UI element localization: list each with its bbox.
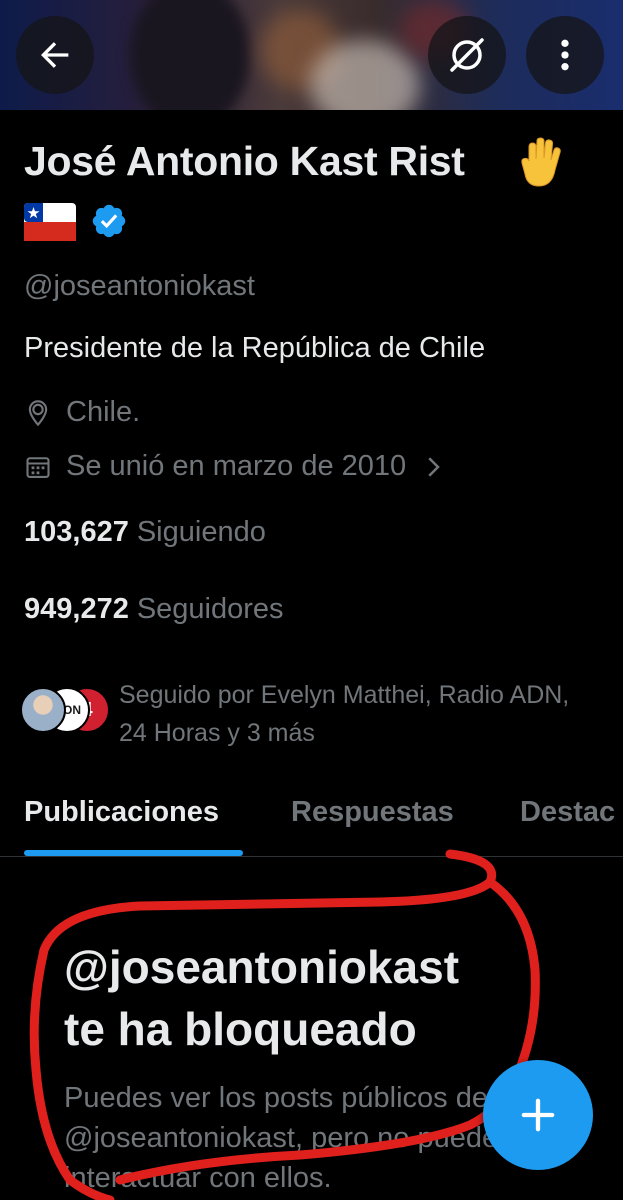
plus-icon xyxy=(521,1098,555,1132)
blocked-description: Puedes ver los posts públicos de @josean… xyxy=(64,1082,513,1194)
arrow-left-icon xyxy=(41,42,69,68)
back-button[interactable] xyxy=(16,16,94,94)
profile-handle: @joseantoniokast xyxy=(24,270,255,302)
following-count: 103,627 xyxy=(24,516,129,548)
blocked-title: @joseantoniokast te ha bloqueado xyxy=(64,936,459,1060)
location-row: Chile. xyxy=(24,396,140,429)
tab-destacados[interactable]: Destac xyxy=(520,796,615,829)
tab-respuestas[interactable]: Respuestas xyxy=(291,796,454,829)
joined-text: Se unió en marzo de 2010 xyxy=(66,450,407,482)
more-vertical-icon xyxy=(561,39,569,71)
calendar-icon xyxy=(26,456,50,478)
followed-by-avatars[interactable]: 4 ON xyxy=(20,687,110,733)
more-options-button[interactable] xyxy=(526,16,604,94)
followers-stat[interactable]: 949,272 Seguidores xyxy=(24,593,284,626)
tab-publicaciones[interactable]: Publicaciones xyxy=(24,796,219,829)
avatar xyxy=(20,687,66,733)
followers-count: 949,272 xyxy=(24,593,129,625)
following-label: Siguiendo xyxy=(136,516,266,548)
blocked-title-line1: @joseantoniokast xyxy=(64,941,460,993)
compose-post-button[interactable] xyxy=(483,1060,593,1170)
profile-bio: Presidente de la República de Chile xyxy=(24,332,486,364)
chevron-right-icon xyxy=(428,456,440,477)
following-stat[interactable]: 103,627 Siguiendo xyxy=(24,516,266,549)
profile-tabs: Publicaciones Respuestas Destac xyxy=(0,790,623,857)
grok-button[interactable] xyxy=(428,16,506,94)
profile-name: José Antonio Kast Rist xyxy=(24,138,465,184)
location-pin-icon xyxy=(28,399,48,426)
verified-badge-icon[interactable] xyxy=(90,202,128,240)
followed-by-text[interactable]: Seguido por Evelyn Matthei, Radio ADN, 2… xyxy=(119,676,599,752)
raised-hand-emoji xyxy=(521,137,561,187)
grok-icon xyxy=(450,38,484,72)
followers-label: Seguidores xyxy=(136,593,284,625)
blocked-title-line2: te ha bloqueado xyxy=(64,1003,417,1055)
chile-flag-emoji xyxy=(24,203,76,241)
location-text: Chile. xyxy=(66,396,141,428)
active-tab-indicator xyxy=(24,850,243,856)
joined-row[interactable]: Se unió en marzo de 2010 xyxy=(24,450,448,483)
